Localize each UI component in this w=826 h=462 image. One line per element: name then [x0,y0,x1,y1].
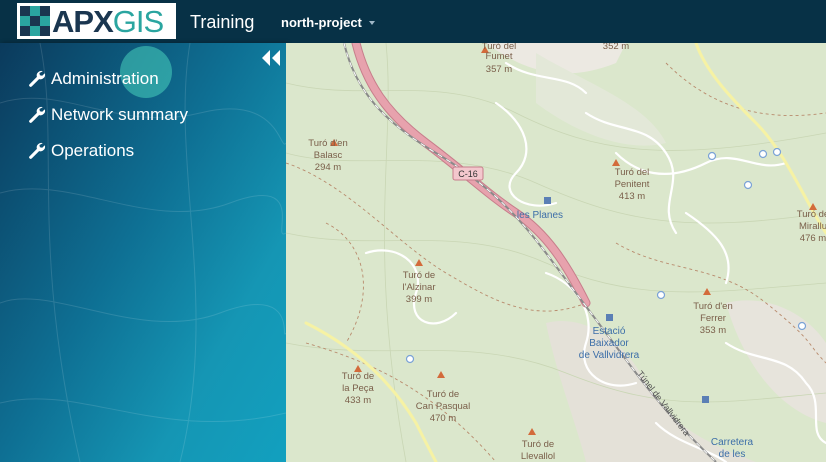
peak-label: 399 m [406,294,432,305]
peak-label: Fumet [486,51,513,62]
collapse-sidebar-button[interactable] [259,48,283,68]
peak-label: 470 m [430,413,456,424]
logo-text-apx: APX [52,3,114,39]
peak-label: Penitent [615,179,650,190]
sidebar: Administration Network summary Operation… [0,43,286,462]
peak-label: Can Pasqual [416,401,470,412]
peak-label: 352 m [603,43,629,52]
peak-label: Turó de [427,389,459,400]
logo-grid-icon [20,6,50,36]
map-canvas: C-16 352 m Turó del Fumet 357 m Turó d'e… [286,43,826,462]
peak-label: 433 m [345,395,371,406]
wrench-icon [29,142,46,159]
peak-label: Turó d'en [308,138,347,149]
sidebar-item-network-summary[interactable]: Network summary [27,105,188,125]
app-title: Training [190,12,255,32]
peak-label: 353 m [700,325,726,336]
logo-text-gis: GIS [112,3,164,39]
sidebar-item-label: Network summary [51,105,188,124]
peak-label: la Peça [342,383,374,394]
peak-label: Turó del [615,167,650,178]
peak-label: 413 m [619,191,645,202]
road-label: C-16 [458,169,478,179]
top-navbar: APX GIS Training north-project [0,0,826,43]
peak-label: 476 m [800,233,826,244]
place-label: les Planes [517,210,563,221]
peak-label: 294 m [315,162,341,173]
map-view[interactable]: C-16 352 m Turó del Fumet 357 m Turó d'e… [286,43,826,462]
project-dropdown-label: north-project [281,15,362,30]
peak-label: Mirallu [799,221,826,232]
project-dropdown[interactable]: north-project [281,15,375,30]
place-label: de les [719,449,746,460]
peak-label: Turó de [403,270,435,281]
peak-label: l'Alzinar [403,282,436,293]
sidebar-item-label: Administration [51,69,159,88]
peak-label: 357 m [486,64,512,75]
place-label: Baixador [589,338,629,349]
apxgis-logo[interactable]: APX GIS [17,3,176,39]
peak-label: Turó d'en [693,301,732,312]
peak-label: Llevallol [521,451,555,462]
peak-label: Turó de [342,371,374,382]
place-label: Carretera [711,437,754,448]
wrench-icon [29,70,46,87]
peak-label: Turó de [797,209,826,220]
peak-label: Ferrer [700,313,726,324]
caret-down-icon [368,21,375,25]
sidebar-item-administration[interactable]: Administration [27,69,159,89]
wrench-icon [29,106,46,123]
sidebar-item-label: Operations [51,141,135,160]
peak-label: Turó de [522,439,554,450]
place-label: Estació [593,326,626,337]
double-chevron-left-icon [262,50,280,66]
peak-label: Balasc [314,150,343,161]
sidebar-item-operations[interactable]: Operations [27,141,134,161]
place-label: de Vallvidrera [579,350,640,361]
